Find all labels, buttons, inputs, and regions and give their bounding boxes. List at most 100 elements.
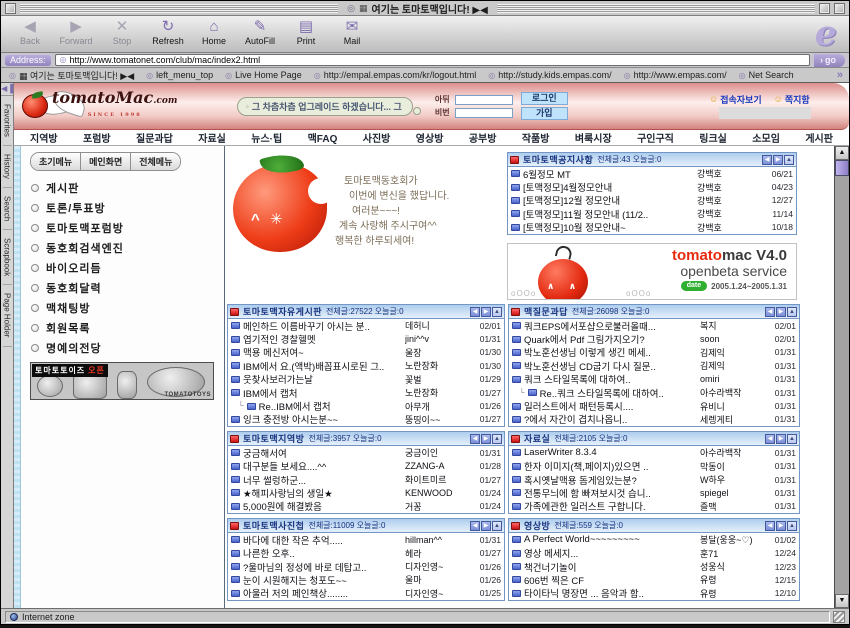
menu-item[interactable]: 맥채팅방 xyxy=(28,298,217,318)
board-prev-button[interactable] xyxy=(765,434,775,444)
menu-item[interactable]: 바이오리듬 xyxy=(28,258,217,278)
password-field[interactable] xyxy=(455,108,513,118)
post-title[interactable]: 대구분들 보세요....^^ xyxy=(243,459,402,473)
nav-item[interactable]: 사진방 xyxy=(363,130,391,145)
board-row[interactable]: 6월정모 MT 강백호 06/21 xyxy=(508,167,796,180)
menu-button[interactable]: 전체메뉴 xyxy=(131,153,180,170)
vertical-scrollbar[interactable]: ▲ ▼ xyxy=(834,146,849,608)
nav-item[interactable]: 구인구직 xyxy=(637,130,674,145)
board-row[interactable]: 대구분들 보세요....^^ ZZANG-A 01/28 xyxy=(228,460,504,473)
board-top-button[interactable] xyxy=(787,307,797,317)
post-title[interactable]: LaserWriter 8.3.4 xyxy=(524,447,697,458)
board-row[interactable]: 눈이 시원해지는 청포도~~ 울마 01/26 xyxy=(228,573,504,586)
board-row[interactable]: 쿼크EPS에서포샵으로불러올때... 복지 02/01 xyxy=(509,319,799,332)
favorites-item[interactable]: http://study.kids.empas.com/ xyxy=(488,69,611,82)
site-logo[interactable]: tomatoMac.com SINCE 1998 xyxy=(22,91,237,122)
post-title[interactable]: 타이타닉 명장면 ... 음악과 함.. xyxy=(524,586,697,600)
post-title[interactable]: [토맥정모]12월 정모안내 xyxy=(523,193,694,207)
board-row[interactable]: [토맥정모]10월 정모안내~ 강백호 10/18 xyxy=(508,221,796,234)
post-title[interactable]: 5,000원에 해결봤음 xyxy=(243,499,402,513)
favorites-item[interactable]: Live Home Page xyxy=(225,69,302,82)
board-top-button[interactable] xyxy=(784,155,794,165)
nav-item[interactable]: 포럼방 xyxy=(83,130,111,145)
board-prev-button[interactable] xyxy=(765,307,775,317)
nav-item[interactable]: 벼룩시장 xyxy=(575,130,612,145)
explorer-tab[interactable]: Search xyxy=(3,188,12,230)
favorites-item[interactable]: left_menu_top xyxy=(146,69,213,82)
post-title[interactable]: 6월정모 MT xyxy=(523,167,694,181)
post-title[interactable]: 606번 찍은 CF xyxy=(524,573,697,587)
explorer-tab[interactable]: History xyxy=(3,146,12,188)
post-title[interactable]: 나른한 오후.. xyxy=(243,546,402,560)
scrollbar-thumb[interactable] xyxy=(835,160,849,176)
id-field[interactable] xyxy=(455,95,513,105)
favorites-overflow-chevron[interactable]: » xyxy=(837,69,843,81)
board-row[interactable]: 혹시옛날맥용 돔게임있는분? W하우 01/31 xyxy=(509,473,799,486)
post-title[interactable]: 박노훈선생님 CD굽기 다시 질문.. xyxy=(524,359,697,373)
board-row[interactable]: 전통무늬에 함 빠져보시것 습니.. spiegel 01/31 xyxy=(509,486,799,499)
board-title[interactable]: 토마토맥사진첩 xyxy=(243,519,304,532)
nav-item[interactable]: 소모임 xyxy=(752,130,780,145)
board-row[interactable]: 잉크 충전방 아시는분~~ 뚱띵이~~ 01/27 xyxy=(228,413,504,426)
explorer-collapse-button[interactable]: ◀▐ xyxy=(1,83,13,96)
post-title[interactable]: ★해피사랑님의 생일★ xyxy=(243,486,402,500)
scrollbar-track[interactable] xyxy=(835,176,849,594)
board-prev-button[interactable] xyxy=(762,155,772,165)
scroll-down-button[interactable]: ▼ xyxy=(835,594,849,608)
nav-item[interactable]: 맥FAQ xyxy=(308,130,338,145)
explorer-tab[interactable]: Scrapbook xyxy=(3,230,12,285)
board-row[interactable]: ★해피사랑님의 생일★ KENWOOD 01/24 xyxy=(228,486,504,499)
board-top-button[interactable] xyxy=(492,521,502,531)
board-row[interactable]: ?에서 자간이 겹치나옵니.. 세렝게티 01/31 xyxy=(509,413,799,426)
left-frame-scrollbar[interactable] xyxy=(14,146,21,608)
post-title[interactable]: 궁금해서여 xyxy=(243,446,402,460)
board-next-button[interactable] xyxy=(481,521,491,531)
board-top-button[interactable] xyxy=(787,434,797,444)
favorites-item[interactable]: ▦ 여기는 토마토맥입니다! ▶◀ xyxy=(9,69,134,82)
titlebar[interactable]: ◎ ▦ 여기는 토마토맥입니다! ▶◀ xyxy=(1,1,849,16)
board-title[interactable]: 토마토맥자유게시판 xyxy=(243,305,322,318)
menu-item[interactable]: 동호회검색엔진 xyxy=(28,238,217,258)
board-row[interactable]: Re..쿼크 스타일목록에 대하여.. 아수라백작 01/31 xyxy=(509,386,799,399)
post-title[interactable]: ?에서 자간이 겹치나옵니.. xyxy=(524,412,697,426)
board-row[interactable]: A Perfect World~~~~~~~~~ 봉달(웅웅~♡) 01/02 xyxy=(509,533,799,546)
explorer-tab[interactable]: Page Holder xyxy=(3,285,12,346)
nav-item[interactable]: 공부방 xyxy=(469,130,497,145)
board-row[interactable]: 아울러 저의 페인책상........ 디자인영~ 01/25 xyxy=(228,587,504,600)
favorites-item[interactable]: Net Search xyxy=(739,69,794,82)
post-title[interactable]: 웃찾사보러가는날 xyxy=(243,372,402,386)
menu-item[interactable]: 명예의전당 xyxy=(28,338,217,358)
post-title[interactable]: IBM에서 캡처 xyxy=(243,386,402,400)
menu-item[interactable]: 동호회달력 xyxy=(28,278,217,298)
post-title[interactable]: 눈이 시원해지는 청포도~~ xyxy=(243,573,402,587)
post-title[interactable]: 바다에 대한 작은 추억..... xyxy=(243,533,402,547)
explorer-tab[interactable]: Favorites xyxy=(3,96,12,146)
collapse-button[interactable] xyxy=(834,3,845,14)
board-next-button[interactable] xyxy=(776,307,786,317)
board-row[interactable]: 엽기적인 경찰헬멧 jini^^v 01/31 xyxy=(228,332,504,345)
post-title[interactable]: A Perfect World~~~~~~~~~ xyxy=(524,534,697,545)
post-title[interactable]: [토맥정모]4월정모안내 xyxy=(523,180,694,194)
header-link[interactable]: ☺ 쪽지함 xyxy=(774,93,810,106)
scroll-up-button[interactable]: ▲ xyxy=(835,146,849,160)
post-title[interactable]: 너무 썰렁하군... xyxy=(243,473,402,487)
board-row[interactable]: [토맥정모]12월 정모안내 강백호 12/27 xyxy=(508,194,796,207)
board-row[interactable]: 가족에관한 일러스트 구합니다. 즐맥 01/31 xyxy=(509,500,799,513)
header-link[interactable]: ☺ 접속자보기 xyxy=(709,93,762,106)
board-row[interactable]: 맥용 메신저여~ 울장 01/30 xyxy=(228,346,504,359)
favorites-item[interactable]: http://empal.empas.com/kr/logout.html xyxy=(314,69,477,82)
nav-item[interactable]: 영상방 xyxy=(416,130,444,145)
post-title[interactable]: 메인하드 이름바꾸기 아시는 분.. xyxy=(243,319,402,333)
board-top-button[interactable] xyxy=(492,307,502,317)
tomatotoys-banner[interactable]: 토마토토이즈오픈 TOMATOTOYS xyxy=(30,362,214,400)
board-row[interactable]: 한자 이미지(책,페이지)있으면 .. 막동이 01/31 xyxy=(509,460,799,473)
board-row[interactable]: 박노훈선생님 이렇게 생긴 메세.. 김제익 01/31 xyxy=(509,346,799,359)
post-title[interactable]: 잉크 충전방 아시는분~~ xyxy=(243,412,402,426)
nav-item[interactable]: 작품방 xyxy=(522,130,550,145)
board-row[interactable]: Quark에서 Pdf 그림가지오기? soon 02/01 xyxy=(509,332,799,345)
board-row[interactable]: 궁금해서여 궁금이인 01/31 xyxy=(228,446,504,459)
board-row[interactable]: IBM에서 캡처 노란장화 01/27 xyxy=(228,386,504,399)
board-row[interactable]: LaserWriter 8.3.4 아수라백작 01/31 xyxy=(509,446,799,459)
board-title[interactable]: 토마토맥지역방 xyxy=(243,432,304,445)
board-next-button[interactable] xyxy=(776,521,786,531)
